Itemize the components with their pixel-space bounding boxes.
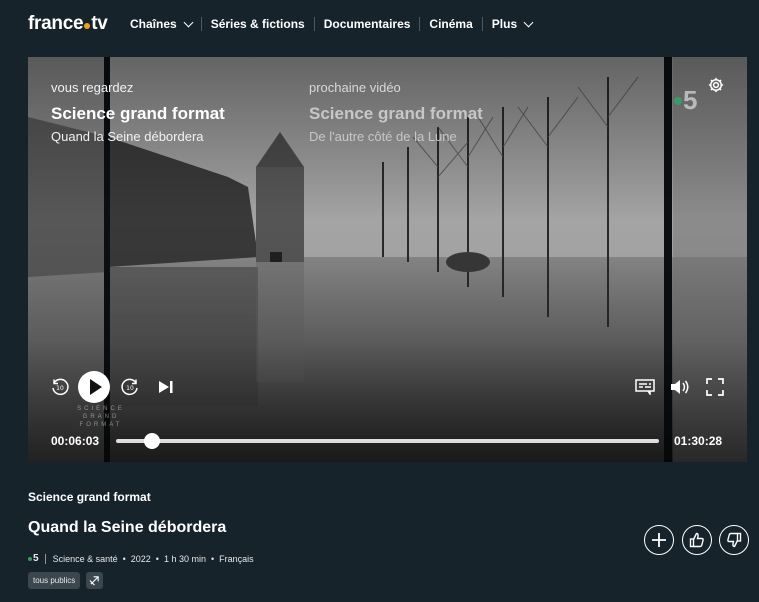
audio-description-icon	[86, 572, 104, 589]
episode-metadata: 5 Science & santé • 2022 • 1 h 30 min • …	[28, 553, 254, 564]
nav-menu: Chaînes Séries & fictions Documentaires …	[130, 17, 541, 31]
nav-item-cinema[interactable]: Cinéma	[420, 17, 483, 31]
play-button[interactable]	[78, 371, 110, 403]
separator-dot: •	[210, 553, 215, 564]
video-player[interactable]: vous regardez Science grand format Quand…	[28, 57, 747, 462]
badges: tous publics	[28, 572, 104, 589]
nav-item-label: Documentaires	[323, 17, 411, 31]
logo-text-france: france	[28, 13, 84, 34]
nav-item-label: Séries & fictions	[210, 17, 305, 31]
separator-dot: •	[155, 553, 159, 564]
separator-dot: •	[122, 553, 126, 564]
total-time: 01:30:28	[674, 434, 723, 448]
forward-seconds: 10	[126, 385, 134, 392]
nav-item-label: Cinéma	[429, 17, 473, 31]
nav-item-series-fictions[interactable]: Séries & fictions	[202, 17, 315, 31]
francetv-logo[interactable]: france tv	[28, 13, 108, 35]
watermark-line: GRAND	[82, 414, 120, 420]
logo-text-tv: tv	[91, 13, 108, 34]
nav-item-chaines[interactable]: Chaînes	[130, 17, 202, 31]
rewind-seconds: 10	[56, 385, 64, 392]
chevron-down-icon	[183, 17, 194, 27]
language: Français	[219, 553, 254, 564]
logo-dot	[84, 23, 91, 29]
now-watching-subtitle: Quand la Seine débordera	[51, 129, 204, 144]
channel-dot	[28, 556, 32, 561]
fullscreen-icon[interactable]	[706, 378, 724, 396]
rating-badge: tous publics	[28, 572, 81, 589]
divider	[44, 553, 46, 564]
now-watching-label: vous regardez	[51, 80, 134, 95]
nav-item-plus[interactable]: Plus	[483, 17, 541, 31]
genre: Science & santé	[52, 553, 118, 564]
nav-item-label: Plus	[491, 17, 518, 31]
thumbs-up-icon	[689, 532, 704, 548]
add-to-list-button[interactable]	[644, 525, 674, 555]
year: 2022	[130, 553, 151, 564]
now-watching-title: Science grand format	[51, 104, 225, 123]
channel-logo: 5	[674, 85, 697, 116]
like-button[interactable]	[682, 525, 712, 555]
plus-icon	[652, 533, 666, 547]
next-video-label: prochaine vidéo	[309, 80, 401, 95]
dislike-button[interactable]	[719, 525, 749, 555]
channel-logo-small: 5	[28, 553, 39, 564]
channel-number: 5	[33, 553, 39, 564]
program-watermark: SCIENCE GRAND FORMAT	[66, 405, 136, 429]
progress-track[interactable]	[116, 439, 659, 443]
nav-item-label: Chaînes	[130, 17, 177, 31]
channel-dot	[674, 96, 682, 105]
thumbs-down-icon	[727, 532, 742, 548]
chevron-down-icon	[523, 17, 534, 27]
next-video-subtitle[interactable]: De l'autre côté de la Lune	[309, 129, 457, 144]
channel-number: 5	[683, 85, 698, 115]
next-episode-icon[interactable]	[158, 380, 174, 394]
next-video-title[interactable]: Science grand format	[309, 104, 483, 124]
volume-icon[interactable]	[670, 379, 690, 395]
rewind-10-icon[interactable]: 10	[50, 377, 70, 397]
nav-item-documentaires[interactable]: Documentaires	[315, 17, 421, 31]
subtitles-icon[interactable]	[635, 379, 655, 395]
forward-10-icon[interactable]: 10	[120, 377, 140, 397]
gear-icon[interactable]	[707, 76, 725, 94]
program-name[interactable]: Science grand format	[28, 490, 151, 504]
watermark-line: FORMAT	[79, 422, 123, 428]
current-time: 00:06:03	[51, 434, 100, 448]
episode-title: Quand la Seine débordera	[28, 519, 227, 536]
watermark-line: SCIENCE	[77, 406, 125, 412]
top-navigation: france tv Chaînes Séries & fictions Docum…	[0, 0, 759, 50]
duration: 1 h 30 min	[163, 553, 206, 564]
